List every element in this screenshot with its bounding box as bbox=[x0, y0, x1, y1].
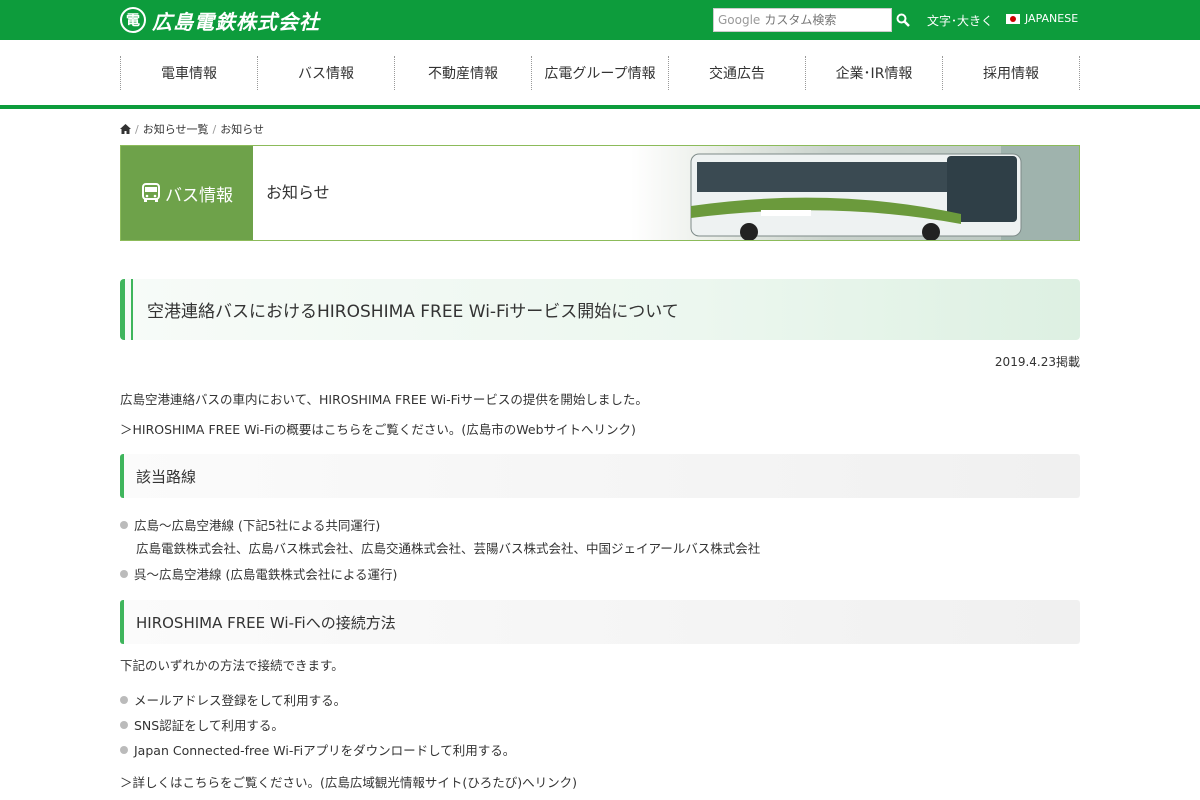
bus-illustration bbox=[690, 146, 1079, 240]
breadcrumb-news-list[interactable]: お知らせ一覧 bbox=[143, 121, 209, 137]
banner-title: お知らせ bbox=[266, 183, 330, 202]
bullet-icon bbox=[120, 720, 128, 729]
publish-date: 2019.4.23掲載 bbox=[994, 355, 1080, 369]
breadcrumb: / お知らせ一覧 / お知らせ bbox=[120, 121, 264, 137]
overview-link[interactable]: ＞HIROSHIMA FREE Wi-Fiの概要はこちらをご覧ください。(広島市… bbox=[120, 419, 636, 438]
list-item: 広島～広島空港線 (下記5社による共同運行) bbox=[120, 515, 380, 534]
search-icon bbox=[896, 13, 910, 27]
global-nav: 電車情報 バス情報 不動産情報 広電グループ情報 交通広告 企業･IR情報 採用… bbox=[120, 56, 1080, 90]
language-link[interactable]: JAPANESE bbox=[1006, 12, 1078, 25]
nav-item-train[interactable]: 電車情報 bbox=[120, 56, 257, 90]
top-bar: 電 広島電鉄株式会社 Google 文字･大きく JAPANESE bbox=[0, 0, 1200, 40]
connect-method: メールアドレス登録をして利用する。 bbox=[134, 693, 347, 708]
detail-link[interactable]: ＞詳しくはこちらをご覧ください。(広島広域観光情報サイト(ひろたび)へリンク) bbox=[120, 772, 577, 791]
connect-method: Japan Connected-free Wi-Fiアプリをダウンロードして利用… bbox=[134, 743, 516, 758]
nav-item-ir[interactable]: 企業･IR情報 bbox=[805, 56, 942, 90]
nav-divider bbox=[0, 105, 1200, 109]
bus-icon bbox=[142, 183, 160, 202]
route-name: 広島～広島空港線 (下記5社による共同運行) bbox=[134, 518, 381, 533]
logo-text: 広島電鉄株式会社 bbox=[152, 9, 320, 34]
article-title: 空港連絡バスにおけるHIROSHIMA FREE Wi-Fiサービス開始について bbox=[120, 279, 1080, 340]
banner-category: バス情報 bbox=[121, 146, 253, 240]
nav-item-group[interactable]: 広電グループ情報 bbox=[531, 56, 668, 90]
font-size-link[interactable]: 文字･大きく bbox=[927, 12, 993, 29]
bus-photo bbox=[631, 146, 1079, 240]
detail-link-text[interactable]: 詳しくはこちらをご覧ください。(広島広域観光情報サイト(ひろたび)へリンク) bbox=[133, 775, 578, 790]
japan-flag-icon bbox=[1006, 13, 1020, 24]
breadcrumb-current: お知らせ bbox=[220, 123, 264, 136]
search-brand: Google bbox=[718, 13, 761, 27]
search-button[interactable] bbox=[896, 10, 914, 30]
route-detail: 広島電鉄株式会社、広島バス株式会社、広島交通株式会社、芸陽バス株式会社、中国ジェ… bbox=[136, 541, 761, 556]
bullet-icon bbox=[120, 569, 128, 578]
nav-item-advertising[interactable]: 交通広告 bbox=[668, 56, 805, 90]
chevron-right-icon: ＞ bbox=[120, 422, 133, 437]
list-item: 呉～広島空港線 (広島電鉄株式会社による運行) bbox=[120, 564, 397, 583]
language-label: JAPANESE bbox=[1025, 12, 1079, 25]
category-banner: バス情報 お知らせ bbox=[120, 145, 1080, 241]
logo-mark-icon: 電 bbox=[120, 7, 146, 33]
nav-item-real-estate[interactable]: 不動産情報 bbox=[394, 56, 531, 90]
chevron-right-icon: ＞ bbox=[120, 775, 133, 790]
routes-heading: 該当路線 bbox=[120, 454, 1080, 498]
connect-method: SNS認証をして利用する。 bbox=[134, 718, 284, 733]
search-box[interactable]: Google bbox=[713, 8, 892, 32]
bullet-icon bbox=[120, 695, 128, 704]
list-item: メールアドレス登録をして利用する。 bbox=[120, 690, 346, 709]
bullet-icon bbox=[120, 520, 128, 529]
article-intro: 広島空港連絡バスの車内において、HIROSHIMA FREE Wi-Fiサービス… bbox=[120, 392, 648, 407]
banner-category-label: バス情報 bbox=[165, 185, 233, 206]
bullet-icon bbox=[120, 745, 128, 754]
overview-link-text[interactable]: HIROSHIMA FREE Wi-Fiの概要はこちらをご覧ください。(広島市の… bbox=[133, 422, 636, 437]
list-item: Japan Connected-free Wi-Fiアプリをダウンロードして利用… bbox=[120, 740, 515, 759]
list-item: SNS認証をして利用する。 bbox=[120, 715, 284, 734]
route-name: 呉～広島空港線 (広島電鉄株式会社による運行) bbox=[134, 567, 398, 582]
logo[interactable]: 電 広島電鉄株式会社 bbox=[120, 6, 320, 34]
connect-intro: 下記のいずれかの方法で接続できます。 bbox=[120, 658, 344, 673]
home-icon[interactable] bbox=[120, 124, 131, 134]
connect-heading: HIROSHIMA FREE Wi-Fiへの接続方法 bbox=[120, 600, 1080, 644]
nav-item-recruit[interactable]: 採用情報 bbox=[942, 56, 1080, 90]
nav-item-bus[interactable]: バス情報 bbox=[257, 56, 394, 90]
search-input[interactable] bbox=[760, 13, 889, 27]
